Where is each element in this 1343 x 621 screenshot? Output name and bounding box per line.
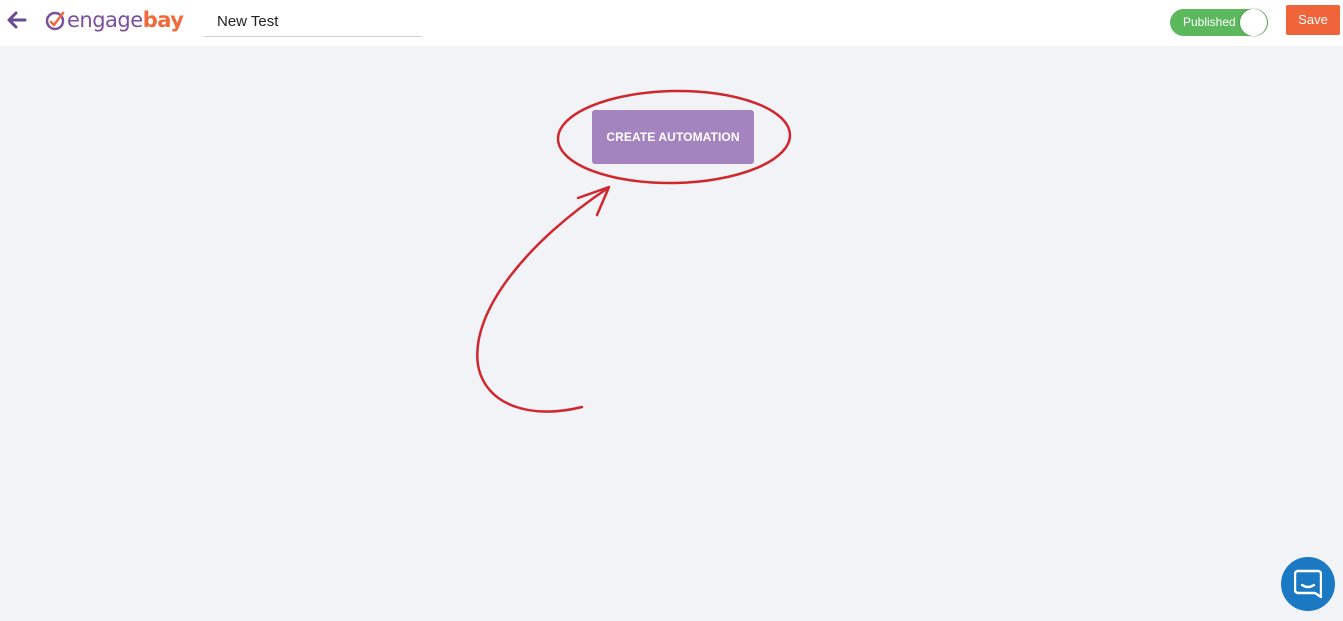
- logo-text: engagebay: [67, 6, 184, 34]
- annotation-arrowhead: [576, 185, 611, 217]
- save-button[interactable]: Save: [1286, 5, 1340, 35]
- published-toggle[interactable]: Published: [1170, 9, 1268, 36]
- chat-widget-button[interactable]: [1281, 557, 1335, 611]
- back-button[interactable]: [6, 9, 28, 31]
- logo-text-engage: engage: [67, 8, 143, 32]
- automation-title-input[interactable]: [204, 8, 422, 37]
- annotation-overlay: [476, 89, 792, 413]
- logo-text-bay: bay: [142, 8, 184, 32]
- top-bar: engagebay Published Save: [0, 0, 1343, 46]
- annotation-arrow-curve: [476, 186, 610, 413]
- chat-bubble-icon: [1294, 569, 1322, 599]
- engagebay-logo[interactable]: engagebay: [44, 6, 184, 34]
- toggle-knob: [1240, 9, 1267, 36]
- logo-mark-icon: [45, 11, 65, 31]
- create-automation-button[interactable]: CREATE AUTOMATION: [592, 110, 754, 164]
- toggle-label: Published: [1183, 15, 1236, 29]
- arrow-left-icon: [7, 11, 27, 29]
